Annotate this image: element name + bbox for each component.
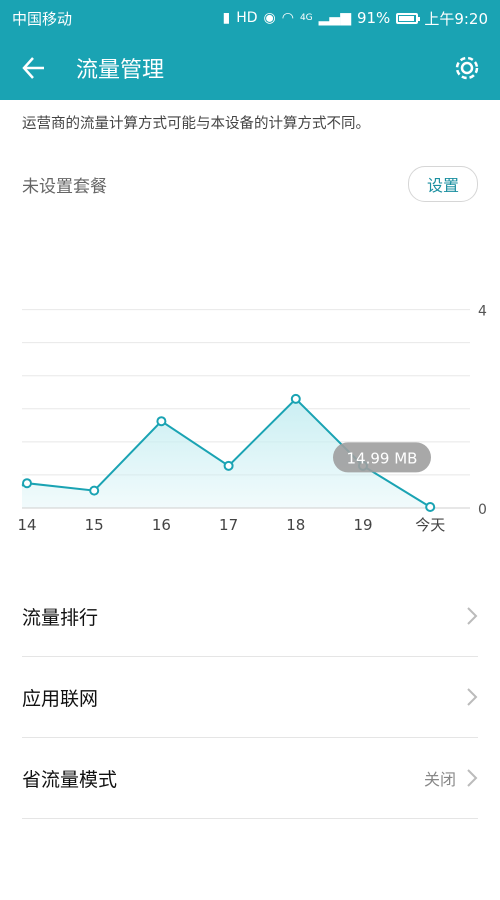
battery-icon [396, 12, 421, 24]
x-tick-label: 今天 [415, 516, 445, 534]
network-label: 4G [299, 12, 313, 23]
list-item-right [456, 606, 478, 626]
plan-label: 未设置套餐 [22, 176, 107, 197]
chevron-right-icon [467, 769, 478, 787]
carrier-notice: 运营商的流量计算方式可能与本设备的计算方式不同。 [22, 116, 370, 132]
app-bar: 流量管理 [0, 36, 500, 100]
battery-fill [399, 15, 415, 21]
list-item-traffic-rank[interactable]: 流量排行 [22, 576, 478, 657]
gear-icon[interactable] [450, 51, 484, 85]
list-item-app-network[interactable]: 应用联网 [22, 657, 478, 738]
set-plan-button[interactable]: 设置 [407, 166, 478, 202]
chevron-right-icon [467, 607, 478, 625]
x-tick-label: 16 [152, 516, 171, 534]
list-item-label: 应用联网 [22, 687, 99, 710]
eye-icon: ◉ [263, 10, 276, 26]
traffic-chart-svg: 0 4 14 15 16 17 18 19 今天 14.99 MB [17, 304, 487, 534]
settings-list: 流量排行 应用联网 省流量模式 关闭 [0, 576, 500, 900]
x-tick-label: 17 [219, 516, 238, 534]
x-tick-label: 19 [353, 516, 372, 534]
wifi-icon: ◠ [281, 10, 294, 26]
arrow-left-icon[interactable] [16, 50, 52, 86]
data-point [156, 416, 167, 427]
list-item-label: 省流量模式 [22, 768, 118, 791]
carrier-label: 中国移动 [12, 9, 73, 28]
list-item-value: 关闭 [423, 770, 456, 789]
list-item-right [456, 687, 478, 707]
y-tick-label: 0 [478, 502, 487, 518]
battery-percent: 91% [356, 9, 391, 27]
page-title: 流量管理 [76, 58, 165, 83]
x-tick-label: 15 [85, 516, 104, 534]
data-point [22, 478, 32, 489]
x-tick-label: 18 [286, 516, 305, 534]
y-tick-label: 4 [478, 304, 487, 320]
traffic-chart: 0 4 14 15 16 17 18 19 今天 14.99 MB [0, 240, 500, 550]
list-item-label: 流量排行 [22, 606, 99, 629]
hd-icon: HD [236, 10, 258, 26]
vibrate-icon: ▮ [222, 10, 231, 26]
list-item-right: 关闭 [424, 766, 478, 790]
list-item-partial [22, 819, 478, 900]
tooltip-label: 14.99 MB [347, 449, 418, 467]
clock-label: 上午9:20 [424, 9, 488, 28]
list-item-data-saver[interactable]: 省流量模式 关闭 [22, 738, 478, 819]
data-point [425, 502, 436, 513]
x-tick-label: 14 [17, 516, 36, 534]
data-point [223, 460, 234, 471]
chevron-right-icon [467, 688, 478, 706]
signal-icon: ▂▄▆ [318, 10, 351, 26]
status-icons: ▮ HD ◉ ◠ 4G ▂▄▆ 91% 上午9:20 [222, 8, 488, 29]
data-point [89, 485, 100, 496]
plan-row: 未设置套餐 设置 [22, 166, 478, 202]
status-bar: 中国移动 ▮ HD ◉ ◠ 4G ▂▄▆ 91% 上午9:20 [0, 0, 500, 36]
data-point [290, 393, 301, 404]
